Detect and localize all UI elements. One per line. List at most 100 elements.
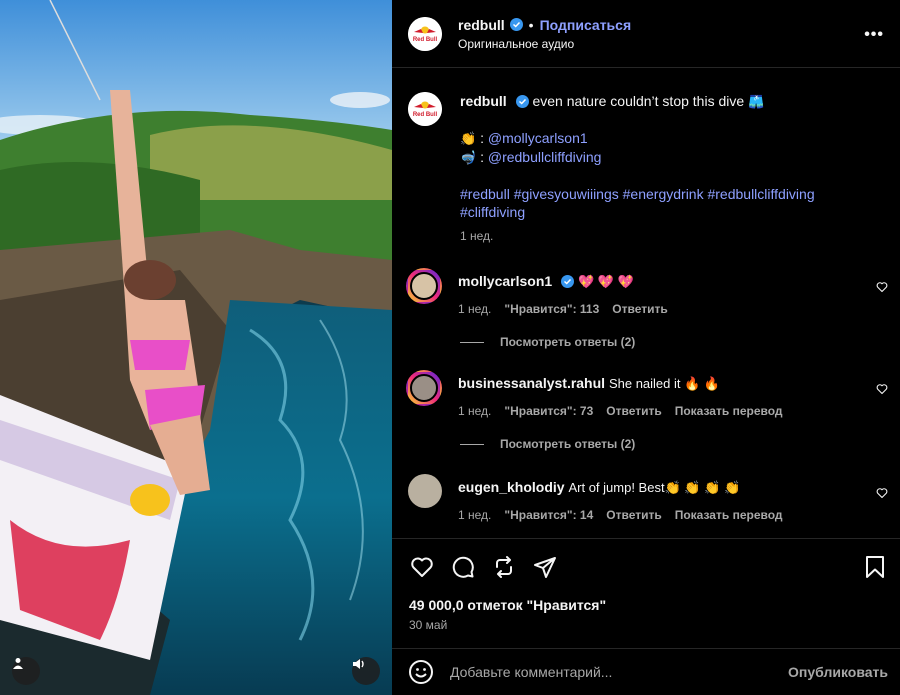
bookmark-icon — [865, 555, 884, 578]
hashtags-line[interactable]: #cliffdiving — [460, 203, 880, 221]
author-avatar[interactable]: Red Bull — [408, 16, 442, 51]
mention-link[interactable]: @redbullcliffdiving — [488, 149, 602, 165]
view-replies-button[interactable]: Посмотреть ответы (2) — [460, 437, 635, 451]
translate-button[interactable]: Показать перевод — [675, 506, 783, 524]
comment-body: eugen_kholodiy Art of jump! Best👏 👏 👏 👏 … — [458, 474, 783, 524]
sound-icon — [353, 659, 364, 669]
comment-likes[interactable]: "Нравится": 73 — [504, 402, 593, 420]
post-header: Red Bull redbull • Подписаться Оригиналь… — [392, 0, 900, 68]
reply-button[interactable]: Ответить — [612, 300, 667, 318]
comment-icon — [452, 556, 474, 578]
comment-button[interactable] — [449, 553, 476, 580]
caption-body: redbull even nature couldn’t stop this d… — [460, 92, 880, 245]
like-button[interactable] — [408, 553, 435, 580]
caption-time[interactable]: 1 нед. — [460, 227, 880, 245]
video-frame — [0, 0, 392, 695]
comment-meta: 1 нед. "Нравится": 113 Ответить — [458, 300, 668, 318]
comment-time[interactable]: 1 нед. — [458, 300, 491, 318]
translate-button[interactable]: Показать перевод — [675, 402, 783, 420]
credit-line: 👏 : @mollycarlson1 — [460, 129, 880, 148]
comment-username[interactable]: mollycarlson1 — [458, 273, 552, 289]
send-button[interactable] — [531, 553, 558, 580]
mention-link[interactable]: @mollycarlson1 — [488, 130, 588, 146]
publish-button[interactable]: Опубликовать — [788, 664, 888, 680]
add-comment-bar: Опубликовать — [392, 648, 900, 695]
post-date: 30 май — [409, 618, 448, 632]
view-replies-button[interactable]: Посмотреть ответы (2) — [460, 335, 635, 349]
comment-meta: 1 нед. "Нравится": 14 Ответить Показать … — [458, 506, 783, 524]
user-tag-button[interactable] — [12, 657, 40, 685]
author-username[interactable]: redbull — [458, 17, 505, 33]
comment-line: eugen_kholodiy Art of jump! Best👏 👏 👏 👏 — [458, 478, 783, 497]
heart-icon — [876, 384, 888, 395]
comment-item: businessanalyst.rahul She nailed it 🔥 🔥 … — [392, 370, 900, 420]
action-icons — [408, 553, 558, 580]
caption-emoji: 🩳 — [748, 94, 765, 109]
save-button[interactable] — [861, 553, 888, 580]
caption-author-avatar[interactable]: Red Bull — [408, 92, 442, 126]
comment-time[interactable]: 1 нед. — [458, 402, 491, 420]
comment-text: Art of jump! Best👏 👏 👏 👏 — [568, 480, 741, 495]
emoji-button[interactable] — [408, 659, 434, 685]
caption-first-line: redbull even nature couldn’t stop this d… — [460, 92, 880, 111]
header-text: redbull • Подписаться Оригинальное аудио — [458, 17, 631, 51]
comment-item: eugen_kholodiy Art of jump! Best👏 👏 👏 👏 … — [392, 474, 900, 524]
diving-mask-emoji: 🤿 — [460, 150, 477, 165]
comment-meta: 1 нед. "Нравится": 73 Ответить Показать … — [458, 402, 783, 420]
view-replies-label[interactable]: Посмотреть ответы (2) — [500, 437, 635, 451]
replies-line — [460, 341, 484, 343]
post-video[interactable] — [0, 0, 392, 695]
reply-button[interactable]: Ответить — [606, 402, 661, 420]
comment-body: businessanalyst.rahul She nailed it 🔥 🔥 … — [458, 370, 783, 420]
comment-text: 💖 💖 💖 — [577, 274, 634, 289]
likes-count[interactable]: 49 000,0 отметок "Нравится" — [409, 597, 606, 613]
credit-separator: : — [476, 130, 488, 146]
comment-like-button[interactable] — [876, 486, 888, 504]
comment-item: mollycarlson1 💖 💖 💖 1 нед. "Нравится": 1… — [392, 268, 900, 318]
comment-like-button[interactable] — [876, 382, 888, 400]
verified-icon — [561, 275, 575, 288]
comment-username[interactable]: eugen_kholodiy — [458, 479, 565, 495]
hashtags-line[interactable]: #redbull #givesyouwiiings #energydrink #… — [460, 185, 880, 203]
comment-likes[interactable]: "Нравится": 113 — [504, 300, 599, 318]
post-caption: Red Bull redbull even nature couldn’t st… — [392, 92, 900, 245]
caption-username[interactable]: redbull — [460, 93, 507, 109]
reply-button[interactable]: Ответить — [606, 506, 661, 524]
comment-input[interactable] — [450, 664, 780, 680]
redbull-logo-icon: Red Bull — [408, 92, 442, 126]
heart-icon — [876, 282, 888, 293]
comment-like-button[interactable] — [876, 280, 888, 298]
comment-username[interactable]: businessanalyst.rahul — [458, 375, 605, 391]
clap-emoji: 👏 — [460, 131, 477, 146]
emoji-icon — [409, 660, 433, 684]
instagram-post-viewer: Red Bull redbull • Подписаться Оригиналь… — [0, 0, 900, 695]
commenter-avatar[interactable] — [408, 474, 442, 508]
comment-line: mollycarlson1 💖 💖 💖 — [458, 272, 668, 291]
comment-text: She nailed it 🔥 🔥 — [608, 376, 721, 391]
comment-likes[interactable]: "Нравится": 14 — [504, 506, 593, 524]
more-options-icon[interactable]: ••• — [864, 26, 884, 44]
avatar-text: Red Bull — [413, 37, 438, 43]
caption-text: even nature couldn’t stop this dive — [532, 93, 745, 109]
avatar-text: Red Bull — [413, 112, 438, 118]
credit-line: 🤿 : @redbullcliffdiving — [460, 148, 880, 167]
comment-body: mollycarlson1 💖 💖 💖 1 нед. "Нравится": 1… — [458, 268, 668, 318]
header-separator: • — [528, 16, 534, 33]
follow-button[interactable]: Подписаться — [540, 17, 632, 33]
comment-line: businessanalyst.rahul She nailed it 🔥 🔥 — [458, 374, 783, 393]
commenter-avatar[interactable] — [406, 268, 442, 304]
header-row: redbull • Подписаться — [458, 17, 631, 33]
comment-time[interactable]: 1 нед. — [458, 506, 491, 524]
replies-line — [460, 443, 484, 445]
sound-toggle-button[interactable] — [352, 657, 380, 685]
user-tag-icon — [13, 658, 23, 669]
verified-icon — [515, 95, 529, 108]
heart-icon — [876, 488, 888, 499]
audio-label[interactable]: Оригинальное аудио — [458, 37, 631, 51]
repost-button[interactable] — [490, 553, 517, 580]
post-sidebar: Red Bull redbull • Подписаться Оригиналь… — [392, 0, 900, 695]
view-replies-label[interactable]: Посмотреть ответы (2) — [500, 335, 635, 349]
commenter-avatar[interactable] — [406, 370, 442, 406]
verified-icon — [509, 18, 523, 31]
post-actions: 49 000,0 отметок "Нравится" 30 май — [392, 538, 900, 648]
